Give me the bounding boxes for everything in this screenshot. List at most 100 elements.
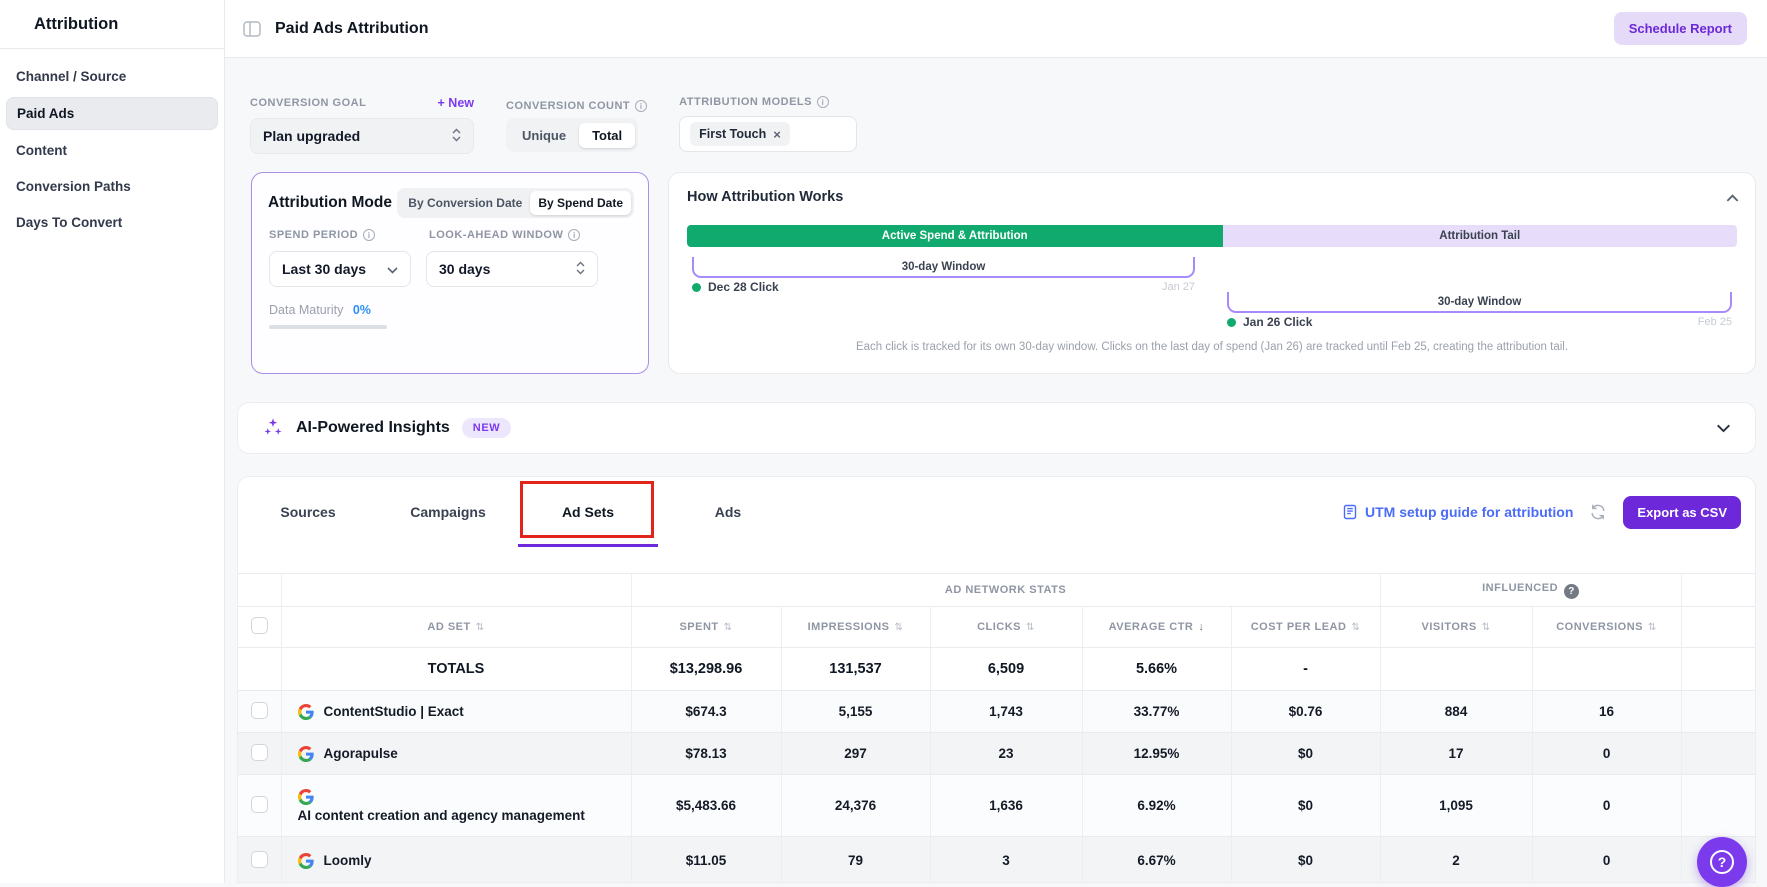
toggle-option-total[interactable]: Total <box>579 123 635 148</box>
schedule-report-button[interactable]: Schedule Report <box>1614 12 1747 45</box>
col-cost-per-lead[interactable]: COST PER LEAD⇅ <box>1231 607 1380 648</box>
cell-conversions: 0 <box>1532 733 1681 775</box>
col-impressions[interactable]: IMPRESSIONS⇅ <box>781 607 930 648</box>
group-ad-network-stats: AD NETWORK STATS <box>631 574 1380 607</box>
cell-impressions: 24,376 <box>781 775 930 837</box>
tab-ad-sets[interactable]: Ad Sets <box>518 477 658 547</box>
main-content: CONVERSION GOAL + New Plan upgraded CONV… <box>225 58 1767 883</box>
spend-period-select[interactable]: Last 30 days <box>269 251 411 287</box>
table-row[interactable]: ContentStudio | Exact $674.3 5,155 1,743… <box>238 691 1755 733</box>
sidebar-item-days-to-convert[interactable]: Days To Convert <box>6 207 218 238</box>
cell-visitors: 884 <box>1380 691 1532 733</box>
active-spend-bar: Active Spend & Attribution <box>687 225 1223 247</box>
top-header: Paid Ads Attribution Schedule Report <box>225 0 1767 58</box>
sidebar-toggle-icon[interactable] <box>243 21 261 37</box>
group-influenced: INFLUENCED <box>1482 582 1558 594</box>
attribution-models-box[interactable]: First Touch × <box>679 116 857 152</box>
toggle-by-spend-date[interactable]: By Spend Date <box>530 191 631 215</box>
sort-desc-icon[interactable]: ↓ <box>1198 621 1204 633</box>
attribution-tail-bar: Attribution Tail <box>1223 225 1738 247</box>
sort-icon[interactable]: ⇅ <box>724 622 733 633</box>
report-table-card: Sources Campaigns Ad Sets Ads UTM setup … <box>237 476 1756 883</box>
info-icon[interactable]: i <box>817 96 829 108</box>
table-column-header-row: AD SET⇅ SPENT⇅ IMPRESSIONS⇅ CLICKS⇅ AVER… <box>238 607 1755 648</box>
attribution-mode-toggle: By Conversion Date By Spend Date <box>397 188 634 218</box>
col-average-ctr[interactable]: AVERAGE CTR↓ <box>1082 607 1231 648</box>
sidebar-item-paid-ads[interactable]: Paid Ads <box>6 97 218 130</box>
sort-icon[interactable]: ⇅ <box>1482 622 1491 633</box>
sort-icon[interactable]: ⇅ <box>476 622 485 633</box>
cell-cost-per-lead: $0 <box>1231 775 1380 837</box>
export-csv-button[interactable]: Export as CSV <box>1623 496 1741 529</box>
totals-row: TOTALS $13,298.96 131,537 6,509 5.66% - <box>238 648 1755 691</box>
col-conversions[interactable]: CONVERSIONS⇅ <box>1532 607 1681 648</box>
tab-campaigns[interactable]: Campaigns <box>378 477 518 547</box>
first-touch-chip[interactable]: First Touch × <box>690 122 790 146</box>
refresh-icon[interactable] <box>1589 503 1607 521</box>
utm-setup-guide-link[interactable]: UTM setup guide for attribution <box>1342 504 1573 520</box>
sidebar-item-conversion-paths[interactable]: Conversion Paths <box>6 171 218 202</box>
table-row[interactable]: Agorapulse $78.13 297 23 12.95% $0 17 0 <box>238 733 1755 775</box>
table-row[interactable]: AI content creation and agency managemen… <box>238 775 1755 837</box>
totals-clicks: 6,509 <box>930 648 1082 691</box>
col-ad-set[interactable]: AD SET⇅ <box>281 607 631 648</box>
info-icon[interactable]: i <box>635 100 647 112</box>
select-all-checkbox[interactable] <box>251 617 268 634</box>
book-icon <box>1342 504 1358 520</box>
first-touch-chip-label: First Touch <box>699 127 766 141</box>
collapse-chevron-up-icon[interactable] <box>1726 189 1739 207</box>
toggle-by-conversion-date[interactable]: By Conversion Date <box>400 191 530 215</box>
look-ahead-select[interactable]: 30 days <box>426 251 598 287</box>
cell-avg-ctr: 6.67% <box>1082 837 1231 884</box>
table-row[interactable]: Loomly $11.05 79 3 6.67% $0 2 0 <box>238 837 1755 884</box>
totals-cost-per-lead: - <box>1231 648 1380 691</box>
col-clicks[interactable]: CLICKS⇅ <box>930 607 1082 648</box>
sort-icon[interactable]: ⇅ <box>895 622 904 633</box>
spend-period-label: SPEND PERIOD <box>269 229 358 241</box>
active-tab-underline <box>518 544 658 547</box>
totals-avg-ctr: 5.66% <box>1082 648 1231 691</box>
cell-conversions: 0 <box>1532 837 1681 884</box>
conversion-goal-select[interactable]: Plan upgraded <box>250 118 474 154</box>
tab-sources[interactable]: Sources <box>238 477 378 547</box>
cell-clicks: 23 <box>930 733 1082 775</box>
ai-insights-bar[interactable]: AI-Powered Insights NEW <box>237 402 1756 454</box>
sidebar-item-content[interactable]: Content <box>6 135 218 166</box>
how-it-works-title: How Attribution Works <box>687 189 843 205</box>
table-group-header-row: AD NETWORK STATS INFLUENCED? <box>238 574 1755 607</box>
window1-click-label: Dec 28 Click <box>708 280 779 294</box>
window2-end-date: Feb 25 <box>1698 316 1732 328</box>
sort-icon[interactable]: ⇅ <box>1648 622 1657 633</box>
google-ads-icon <box>298 853 314 869</box>
toggle-option-unique[interactable]: Unique <box>509 123 579 148</box>
row-checkbox[interactable] <box>251 796 268 813</box>
remove-chip-icon[interactable]: × <box>773 128 781 141</box>
row-checkbox[interactable] <box>251 702 268 719</box>
updown-chevron-icon <box>452 128 461 145</box>
cell-avg-ctr: 6.92% <box>1082 775 1231 837</box>
info-icon[interactable]: i <box>363 229 375 241</box>
help-button[interactable]: ? <box>1697 837 1747 887</box>
row-checkbox[interactable] <box>251 744 268 761</box>
sort-icon[interactable]: ⇅ <box>1026 622 1035 633</box>
tab-ads[interactable]: Ads <box>658 477 798 547</box>
totals-visitors <box>1380 648 1532 691</box>
expand-chevron-down-icon[interactable] <box>1716 424 1731 433</box>
cell-cost-per-lead: $0 <box>1231 733 1380 775</box>
sort-icon[interactable]: ⇅ <box>1351 622 1360 633</box>
filters-row: CONVERSION GOAL + New Plan upgraded CONV… <box>250 96 889 154</box>
col-visitors[interactable]: VISITORS⇅ <box>1380 607 1532 648</box>
google-ads-icon <box>298 789 314 805</box>
updown-chevron-icon <box>576 261 585 278</box>
totals-conversions <box>1532 648 1681 691</box>
new-goal-link[interactable]: + New <box>438 96 474 110</box>
question-badge-icon[interactable]: ? <box>1564 584 1579 599</box>
google-ads-icon <box>298 746 314 762</box>
sidebar-title: Attribution <box>0 0 224 48</box>
row-checkbox[interactable] <box>251 851 268 868</box>
info-icon[interactable]: i <box>568 229 580 241</box>
col-spent[interactable]: SPENT⇅ <box>631 607 781 648</box>
sidebar-item-channel-source[interactable]: Channel / Source <box>6 61 218 92</box>
click-dot-icon <box>692 283 701 292</box>
totals-spent: $13,298.96 <box>631 648 781 691</box>
